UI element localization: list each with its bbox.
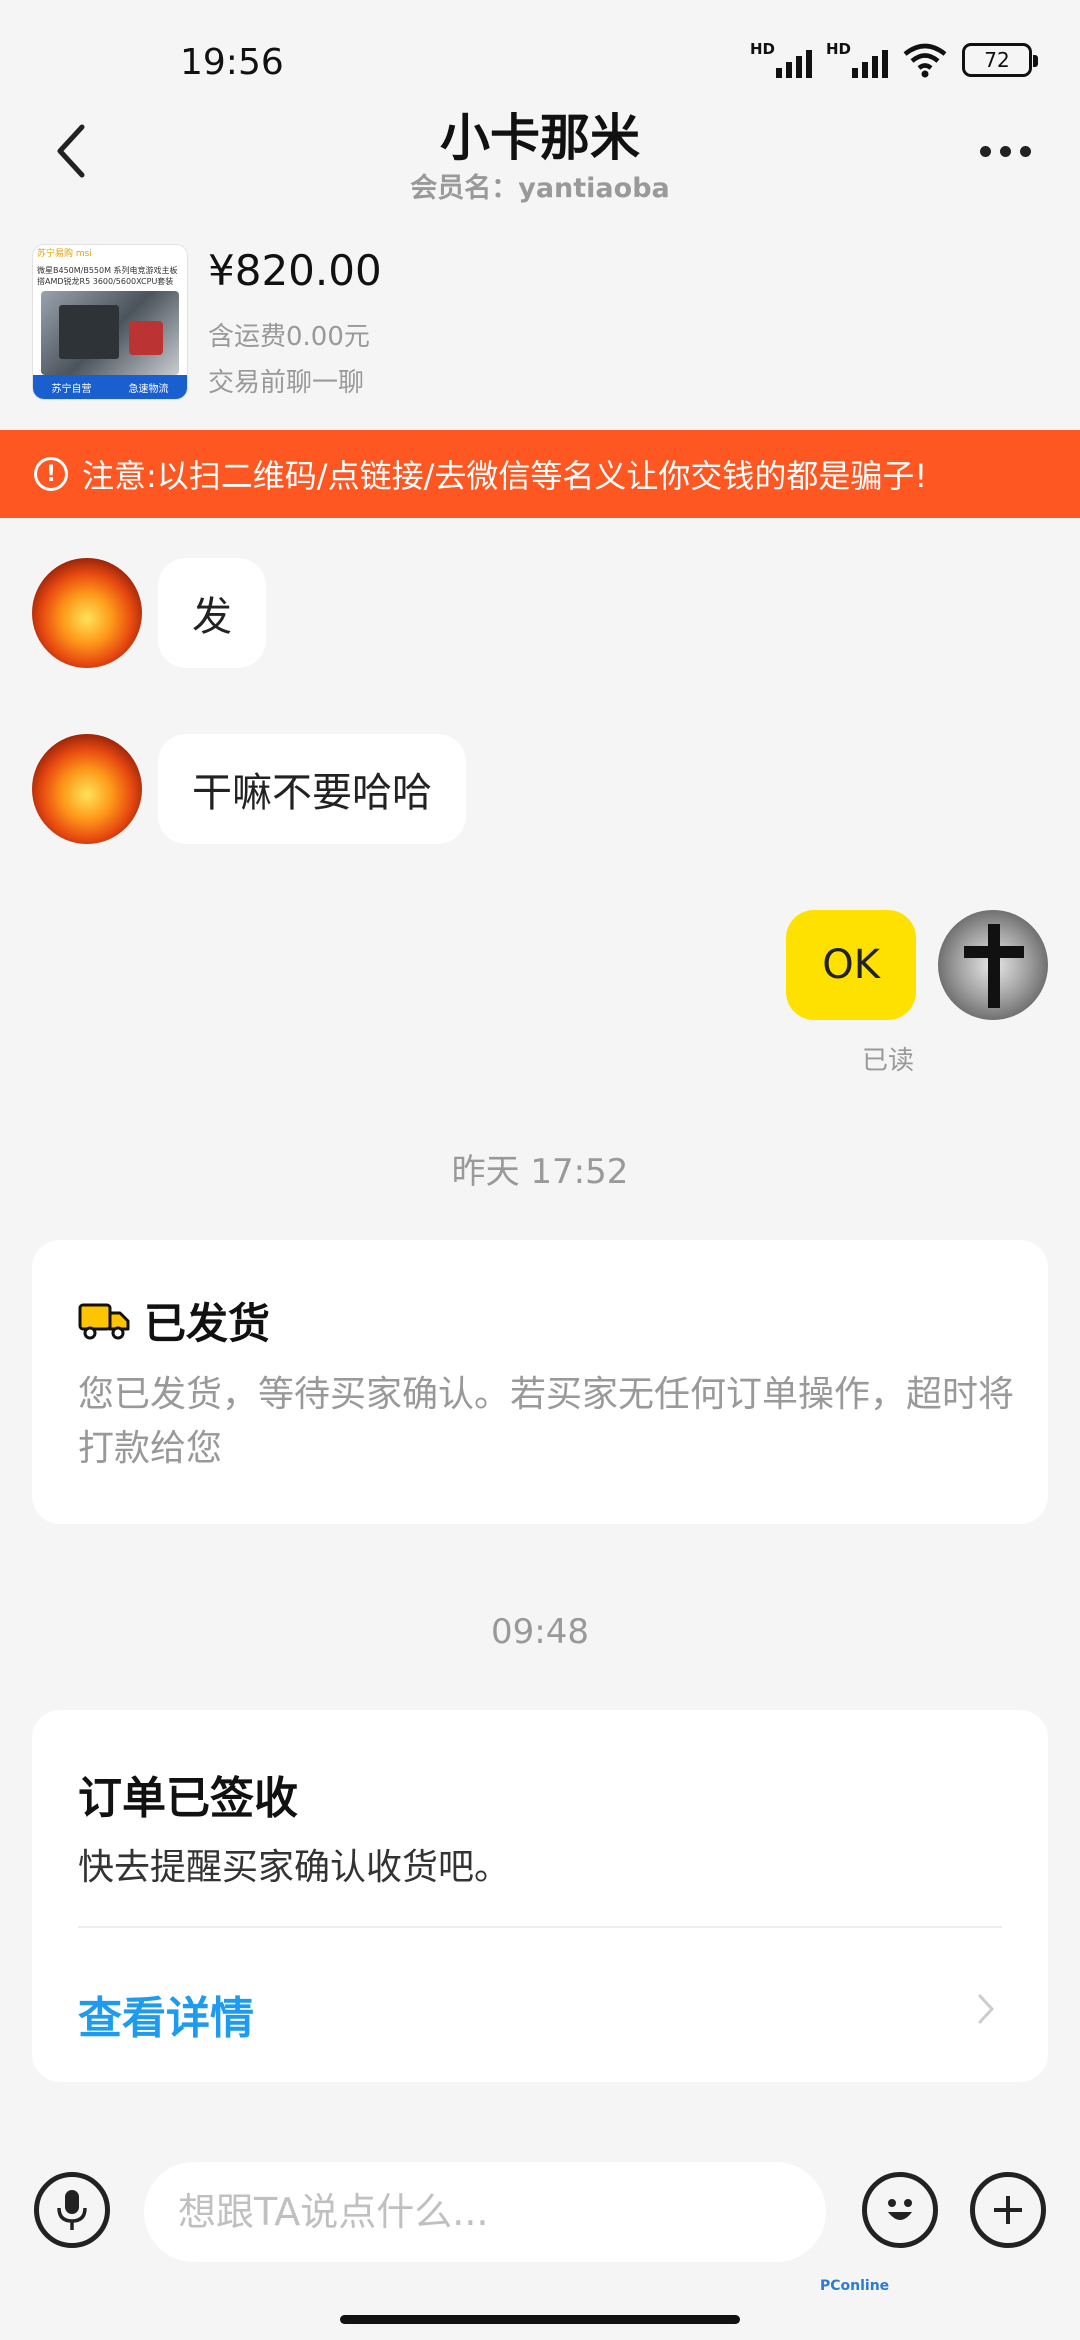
motherboard-image	[41, 291, 179, 375]
thumb-description: 微星B450M/B550M 系列电竞游戏主板搭AMD锐龙R5 3600/5600…	[37, 266, 178, 286]
order-title: 订单已签收	[78, 1773, 298, 1824]
truck-icon	[78, 1303, 130, 1339]
view-details-link[interactable]: 查看详情	[78, 1982, 254, 2046]
home-indicator[interactable]	[340, 2315, 740, 2324]
message-input[interactable]	[144, 2162, 826, 2262]
message-bubble[interactable]: 干嘛不要哈哈	[158, 734, 466, 844]
shipping-fee: 含运费0.00元	[208, 322, 370, 352]
timestamp: 09:48	[491, 1612, 589, 1652]
emoji-button[interactable]	[862, 2172, 938, 2248]
chat-before-trade: 交易前聊一聊	[208, 368, 365, 398]
warning-text: 注意:以扫二维码/点链接/去微信等名义让你交钱的都是骗子!	[82, 457, 928, 495]
order-signed-card: 订单已签收 快去提醒买家确认收货吧。 查看详情	[32, 1710, 1048, 2082]
input-bar	[0, 2160, 1080, 2270]
scam-warning-banner: ! 注意:以扫二维码/点链接/去微信等名义让你交钱的都是骗子!	[0, 430, 1080, 518]
thumb-tag-right: 急速物流	[128, 383, 169, 395]
signal-icon: HD	[750, 40, 812, 80]
shipped-card[interactable]: 已发货 您已发货，等待买家确认。若买家无任何订单操作，超时将打款给您	[32, 1240, 1048, 1524]
avatar[interactable]	[32, 558, 142, 668]
status-time: 19:56	[180, 42, 284, 83]
battery-level: 72	[984, 48, 1010, 72]
read-status: 已读	[862, 1046, 915, 1076]
voice-button[interactable]	[34, 2172, 110, 2248]
thumb-tag-left: 苏宁自营	[51, 383, 92, 395]
avatar[interactable]	[32, 734, 142, 844]
battery-icon: 72	[962, 43, 1038, 77]
member-name: 会员名：yantiaoba	[410, 173, 670, 204]
message-row: 发	[32, 558, 266, 668]
signal-icon: HD	[826, 40, 888, 80]
shipped-header: 已发货	[78, 1290, 270, 1351]
message-row: 干嘛不要哈哈	[32, 734, 466, 844]
status-bar: 19:56 HD HD 72	[0, 0, 1080, 96]
order-text: 快去提醒买家确认收货吧。	[78, 1847, 511, 1888]
emoji-icon	[888, 2199, 912, 2220]
hd-label: HD	[750, 40, 776, 58]
hd-label: HD	[826, 40, 852, 58]
status-icons: HD HD 72	[750, 40, 1038, 80]
avatar[interactable]	[938, 910, 1048, 1020]
timestamp: 昨天 17:52	[451, 1152, 629, 1192]
exclamation-circle-icon: !	[34, 457, 68, 491]
plus-icon	[994, 2196, 1022, 2224]
message-bubble[interactable]: OK	[786, 910, 916, 1020]
more-button[interactable]	[970, 126, 1040, 176]
wifi-icon	[903, 43, 947, 78]
more-dots-icon	[979, 145, 991, 157]
microphone-icon	[57, 2190, 87, 2230]
shipped-title: 已发货	[144, 1299, 271, 1348]
divider	[78, 1926, 1002, 1928]
thumb-tags: 苏宁自营 急速物流	[33, 375, 187, 399]
shipped-text: 您已发货，等待买家确认。若买家无任何订单操作，超时将打款给您	[78, 1374, 1015, 1469]
product-card[interactable]: 苏宁易购 msi 微星B450M/B550M 系列电竞游戏主板搭AMD锐龙R5 …	[0, 226, 1080, 430]
message-row: OK	[786, 910, 1048, 1020]
message-bubble[interactable]: 发	[158, 558, 266, 668]
thumb-brand: 苏宁易购 msi	[33, 245, 187, 263]
add-button[interactable]	[970, 2172, 1046, 2248]
chevron-right-icon[interactable]	[976, 1992, 996, 2026]
chat-header: 小卡那米 会员名：yantiaoba	[0, 96, 1080, 226]
product-thumbnail[interactable]: 苏宁易购 msi 微星B450M/B550M 系列电竞游戏主板搭AMD锐龙R5 …	[32, 244, 188, 400]
product-price: ¥820.00	[208, 246, 382, 295]
watermark-logo: PConline	[820, 2278, 890, 2294]
page-title: 小卡那米	[440, 109, 640, 167]
